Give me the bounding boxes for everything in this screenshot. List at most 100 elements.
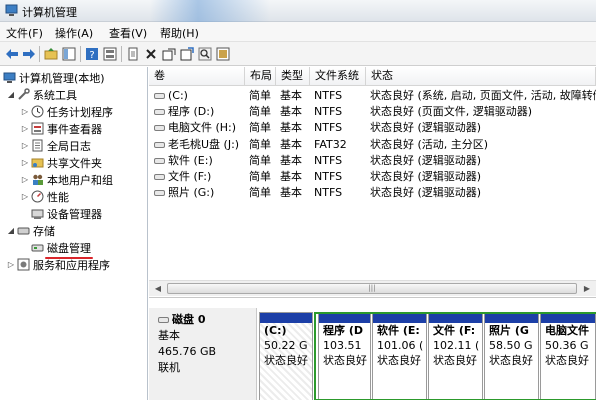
volume-icon — [154, 157, 165, 164]
volume-row-6-cell-3: NTFS — [314, 186, 343, 200]
menu-help[interactable]: 帮助(H) — [160, 25, 199, 41]
forward-arrow-icon[interactable] — [21, 46, 37, 62]
volume-row-1-cell-3: NTFS — [314, 105, 343, 119]
volume-row-2-cell-2: 基本 — [280, 121, 302, 135]
partition-label: (C:) — [264, 324, 287, 337]
computer-management-icon — [5, 4, 18, 16]
tree-item-storage[interactable]: ◢ 存储 — [6, 222, 55, 239]
volume-row-1-cell-2: 基本 — [280, 105, 302, 119]
collapsed-arrow-icon[interactable]: ▷ — [20, 158, 30, 167]
volume-row-0-cell-2: 基本 — [280, 89, 302, 102]
volume-row-4-cell-2: 基本 — [280, 153, 302, 167]
menu-view[interactable]: 查看(V) — [109, 25, 147, 41]
up-folder-icon[interactable] — [43, 46, 59, 62]
partition-size: 103.51 — [323, 339, 362, 352]
tree-item-shared-folders[interactable]: ▷ 共享文件夹 — [20, 154, 102, 171]
tree-item-system-tools[interactable]: ◢ 系统工具 — [6, 86, 77, 103]
partition-size: 50.22 G — [264, 339, 308, 352]
column-header-filesystem[interactable]: 文件系统 — [310, 67, 366, 86]
partition-5[interactable]: 电脑文件 50.36 G 状态良好 — [540, 312, 596, 400]
volume-row-0-cell-1: 简单 — [249, 89, 271, 102]
scroll-right-icon[interactable]: ▶ — [580, 283, 594, 295]
partition-4[interactable]: 照片 (G 58.50 G 状态良好 — [484, 312, 539, 400]
open-icon[interactable] — [161, 46, 177, 62]
partition-bar — [485, 313, 538, 323]
volume-row-3-cell-1: 简单 — [249, 137, 271, 151]
svg-text:?: ? — [89, 50, 94, 61]
collapsed-arrow-icon[interactable]: ▷ — [20, 107, 30, 116]
volume-row-0-cell-0[interactable]: (C:) — [154, 88, 246, 104]
partition-label: 照片 (G — [489, 324, 529, 337]
title-bar: 计算机管理 — [0, 0, 596, 22]
disk-name: 磁盘 0 — [172, 313, 206, 326]
help-icon[interactable]: ? — [84, 46, 100, 62]
volume-row-2-cell-0[interactable]: 电脑文件 (H:) — [154, 120, 246, 136]
tree-item-global-log[interactable]: ▷ 全局日志 — [20, 137, 91, 154]
partition-status: 状态良好 — [433, 354, 477, 367]
tree-item-performance[interactable]: ▷ 性能 — [20, 188, 69, 205]
tools-icon — [16, 88, 30, 102]
scrollbar-thumb[interactable]: ||| — [167, 283, 577, 294]
volume-row-6-cell-0[interactable]: 照片 (G:) — [154, 185, 246, 201]
collapsed-arrow-icon[interactable]: ▷ — [6, 260, 16, 269]
tree-item-services[interactable]: ▷ 服务和应用程序 — [6, 256, 110, 273]
menu-bar: 文件(F) 操作(A) 查看(V) 帮助(H) — [0, 22, 596, 42]
export-icon[interactable] — [179, 46, 195, 62]
volume-row-1-cell-4: 状态良好 (页面文件, 逻辑驱动器) — [370, 105, 533, 119]
partition-bar — [319, 313, 370, 323]
collapsed-arrow-icon[interactable]: ▷ — [20, 124, 30, 133]
volume-row-4-cell-3: NTFS — [314, 153, 343, 167]
volume-list-scrollbar[interactable]: ◀ ||| ▶ — [149, 280, 596, 296]
settings-icon[interactable] — [215, 46, 231, 62]
collapsed-arrow-icon[interactable]: ▷ — [20, 141, 30, 150]
expanded-arrow-icon[interactable]: ◢ — [6, 226, 16, 235]
volume-row-4-cell-0[interactable]: 软件 (E:) — [154, 153, 246, 169]
scroll-left-icon[interactable]: ◀ — [151, 283, 165, 295]
clock-icon — [30, 105, 44, 119]
performance-icon — [30, 190, 44, 204]
delete-icon[interactable] — [143, 46, 159, 62]
collapsed-arrow-icon[interactable]: ▷ — [20, 175, 30, 184]
partition-2[interactable]: 软件 (E: 101.06 (状态良好 — [372, 312, 427, 400]
collapsed-arrow-icon[interactable]: ▷ — [20, 192, 30, 201]
volume-row-3-cell-2: 基本 — [280, 137, 302, 151]
tree-item-task-scheduler[interactable]: ▷ 任务计划程序 — [20, 103, 113, 120]
volume-row-4-cell-1: 简单 — [249, 153, 271, 167]
partition-0[interactable]: (C:) 50.22 G 状态良好 — [259, 312, 313, 400]
tree-item-root[interactable]: 计算机管理(本地) — [2, 69, 105, 86]
menu-file[interactable]: 文件(F) — [6, 25, 43, 41]
volume-icon — [154, 109, 165, 116]
volume-icon — [154, 174, 165, 180]
back-arrow-icon[interactable] — [4, 46, 20, 62]
tree-item-device-manager[interactable]: 设备管理器 — [30, 205, 102, 222]
column-header-type[interactable]: 类型 — [276, 67, 310, 86]
refresh-icon[interactable] — [125, 46, 141, 62]
navigation-tree: 计算机管理(本地) ◢ 系统工具 ▷ 任务计划程序 ▷ 事件查看器 ▷ 全局日志… — [0, 67, 148, 400]
menu-action[interactable]: 操作(A) — [55, 25, 93, 41]
column-header-layout[interactable]: 布局 — [245, 67, 276, 86]
partition-bar — [429, 313, 482, 323]
volume-icon — [154, 93, 165, 99]
tree-item-local-users[interactable]: ▷ 本地用户和组 — [20, 171, 113, 188]
partition-1[interactable]: 程序 (D 103.51 状态良好 — [318, 312, 371, 400]
partition-3[interactable]: 文件 (F: 102.11 (状态良好 — [428, 312, 483, 400]
volume-row-1-cell-0[interactable]: 程序 (D:) — [154, 104, 246, 120]
device-manager-icon — [30, 207, 44, 221]
partition-label: 电脑文件 — [545, 324, 589, 337]
column-header-volume[interactable]: 卷 — [149, 67, 245, 86]
volume-row-0-cell-4: 状态良好 (系统, 启动, 页面文件, 活动, 故障转储, 主分 — [370, 89, 596, 102]
disk-info-panel[interactable]: 磁盘 0 基本 465.76 GB 联机 — [149, 308, 257, 400]
volume-row-2-cell-1: 简单 — [249, 121, 271, 135]
partition-size: 101.06 ( — [377, 339, 424, 352]
show-hide-tree-icon[interactable] — [61, 46, 77, 62]
search-icon[interactable] — [197, 46, 213, 62]
properties-icon[interactable] — [102, 46, 118, 62]
expanded-arrow-icon[interactable]: ◢ — [6, 90, 16, 99]
tree-item-disk-management[interactable]: 磁盘管理 — [30, 239, 93, 259]
event-viewer-icon — [30, 122, 44, 136]
volume-row-3-cell-0[interactable]: 老毛桃U盘 (J:) — [154, 137, 246, 153]
partition-label: 程序 (D — [323, 324, 363, 337]
tree-item-event-viewer[interactable]: ▷ 事件查看器 — [20, 120, 102, 137]
volume-row-5-cell-0[interactable]: 文件 (F:) — [154, 169, 246, 185]
column-header-status[interactable]: 状态 — [366, 67, 596, 86]
